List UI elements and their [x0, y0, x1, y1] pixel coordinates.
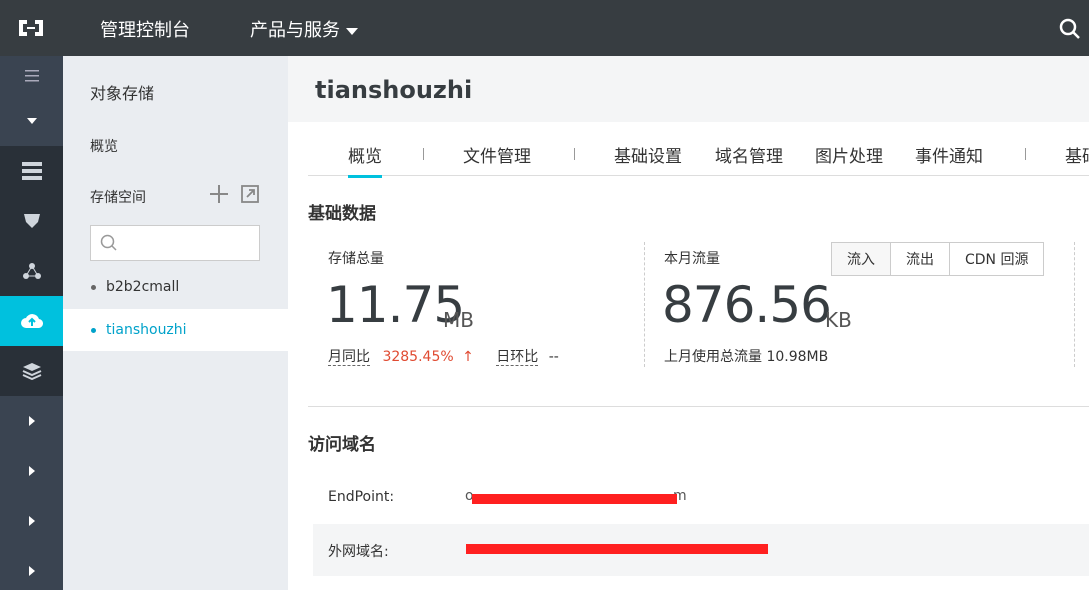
search-icon[interactable]: [1059, 18, 1081, 40]
sidebar-title: 对象存储: [90, 84, 155, 103]
tab-domain-management[interactable]: 域名管理: [715, 142, 783, 167]
bucket-search-input[interactable]: [90, 225, 260, 261]
tab-file-management[interactable]: 文件管理: [463, 142, 531, 167]
sidebar-item-overview[interactable]: 概览: [90, 136, 118, 156]
search-icon: [100, 234, 117, 251]
tab-divider: [423, 148, 424, 160]
products-services-menu[interactable]: 产品与服务: [250, 16, 358, 42]
expand-arrow-icon[interactable]: [0, 396, 63, 446]
add-bucket-icon[interactable]: [209, 184, 229, 204]
oss-sidebar: 对象存储 概览 存储空间 b2b2cmall tianshouzhi: [63, 56, 288, 590]
expand-arrow-icon[interactable]: [0, 446, 63, 496]
collapse-toggle[interactable]: [0, 96, 63, 146]
public-domain-label: 外网域名:: [328, 544, 389, 560]
bucket-item-b2b2cmall[interactable]: b2b2cmall: [63, 266, 288, 308]
cdn-origin-button[interactable]: CDN 回源: [950, 243, 1044, 275]
bucket-label: b2b2cmall: [106, 279, 180, 295]
arrow-up-icon: ↑: [462, 349, 474, 365]
server-icon[interactable]: [0, 146, 63, 196]
endpoint-label: EndPoint:: [328, 489, 395, 505]
network-icon[interactable]: [0, 246, 63, 296]
tab-event-notification[interactable]: 事件通知: [915, 142, 983, 167]
top-navbar: 管理控制台 产品与服务: [0, 0, 1089, 56]
traffic-unit: KB: [825, 308, 852, 332]
redaction-mark: [466, 544, 768, 554]
outbound-button[interactable]: 流出: [891, 243, 950, 275]
console-link[interactable]: 管理控制台: [100, 16, 190, 42]
storage-space-label: 存储空间: [90, 190, 146, 206]
bucket-header: tianshouzhi: [288, 56, 1089, 122]
mom-value: 3285.45%: [382, 349, 454, 365]
inbound-button[interactable]: 流入: [832, 243, 891, 275]
page-title: tianshouzhi: [315, 76, 473, 104]
products-services-label: 产品与服务: [250, 20, 340, 41]
dod-label: 日环比: [496, 349, 539, 366]
bullet-icon: [91, 284, 96, 290]
bullet-icon: [91, 327, 96, 333]
database-icon[interactable]: [0, 196, 63, 246]
mom-label: 月同比: [328, 349, 370, 366]
monthly-traffic-value: 876.56: [662, 276, 832, 334]
monthly-traffic-label: 本月流量: [664, 251, 720, 267]
chevron-down-icon: [346, 27, 358, 35]
open-external-icon[interactable]: [240, 184, 260, 204]
storage-compare: 月同比 3285.45% ↑ 日环比 --: [328, 346, 559, 366]
divider: [644, 242, 645, 367]
section-divider: [308, 406, 1089, 407]
tab-divider: [1025, 148, 1026, 160]
tab-bar: 概览 文件管理 基础设置 域名管理 图片处理 事件通知 基础: [308, 122, 1089, 178]
endpoint-row: EndPoint: o m: [313, 472, 1089, 524]
layers-icon[interactable]: [0, 346, 63, 396]
dod-value: --: [548, 349, 559, 365]
basic-data-title: 基础数据: [308, 204, 376, 224]
redaction-mark: [472, 494, 677, 504]
tab-divider: [574, 148, 575, 160]
storage-unit: MB: [443, 308, 474, 332]
expand-arrow-icon[interactable]: [0, 496, 63, 546]
expand-arrow-icon[interactable]: [0, 546, 63, 590]
menu-icon[interactable]: [0, 56, 63, 96]
bucket-label: tianshouzhi: [106, 322, 187, 338]
public-domain-row: 外网域名:: [313, 524, 1089, 576]
tab-image-processing[interactable]: 图片处理: [815, 142, 883, 167]
last-month-traffic: 上月使用总流量 10.98MB: [664, 349, 829, 365]
access-domain-title: 访问域名: [308, 435, 376, 455]
oss-cloud-icon[interactable]: [0, 296, 63, 346]
tab-overview[interactable]: 概览: [348, 142, 382, 178]
icon-rail: [0, 56, 63, 590]
tab-basic-settings[interactable]: 基础设置: [614, 142, 682, 167]
bucket-item-tianshouzhi[interactable]: tianshouzhi: [63, 309, 288, 351]
traffic-type-toggle: 流入 流出 CDN 回源: [831, 242, 1045, 276]
tab-more[interactable]: 基础: [1065, 142, 1089, 167]
aliyun-logo-icon[interactable]: [16, 18, 46, 38]
main-content: tianshouzhi 概览 文件管理 基础设置 域名管理 图片处理 事件通知 …: [288, 56, 1089, 590]
chevron-down-icon: [26, 118, 37, 124]
divider: [1074, 242, 1075, 367]
storage-total-label: 存储总量: [328, 251, 384, 267]
